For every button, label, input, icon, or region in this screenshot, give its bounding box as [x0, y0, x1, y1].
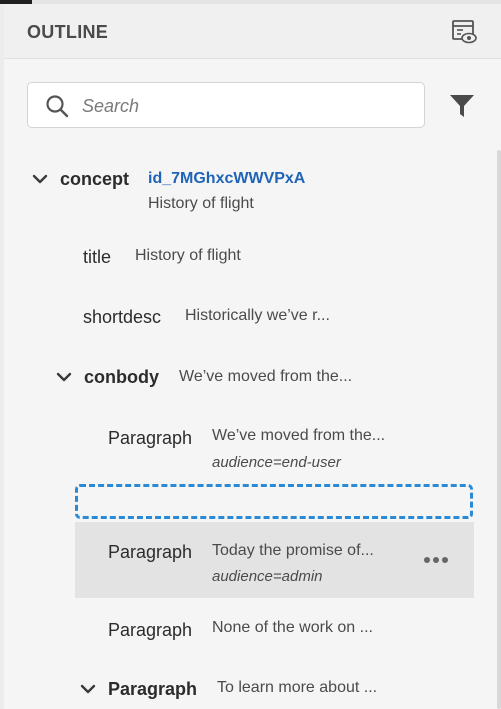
chevron-down-icon[interactable] — [80, 681, 96, 697]
tree-node-concept-tag[interactable]: concept — [60, 169, 129, 190]
chevron-down-icon[interactable] — [32, 171, 48, 187]
tree-node-concept-id[interactable]: id_7MGhxcWWVPxA — [148, 170, 305, 188]
tree-node-conbody-text: We’ve moved from the... — [179, 368, 353, 385]
search-icon — [46, 95, 69, 118]
tree-node-conbody-tag[interactable]: conbody — [84, 367, 159, 388]
drop-target-placeholder[interactable] — [75, 484, 473, 519]
tree-node-shortdesc-text: Historically we’ve r... — [185, 307, 330, 324]
search-field[interactable] — [27, 82, 425, 128]
tree-node-paragraph-text: Today the promise of... — [212, 542, 374, 559]
scrollbar[interactable] — [497, 150, 501, 709]
chevron-down-icon[interactable] — [56, 369, 72, 385]
tree-node-paragraph-attribute: audience=end-user — [212, 454, 341, 471]
tree-node-title-tag[interactable]: title — [83, 247, 111, 268]
search-input[interactable] — [80, 92, 414, 120]
filter-icon[interactable] — [449, 93, 475, 119]
outline-view-settings-icon[interactable] — [450, 18, 478, 46]
tree-node-concept-text: History of flight — [148, 195, 254, 212]
tree-node-title-text: History of flight — [135, 247, 241, 264]
tree-node-paragraph-text: To learn more about ... — [217, 679, 378, 696]
panel-left-border — [0, 4, 4, 709]
tree-node-paragraph-tag[interactable]: Paragraph — [108, 428, 192, 449]
tree-node-shortdesc-tag[interactable]: shortdesc — [83, 307, 161, 328]
more-options-icon[interactable] — [423, 555, 449, 565]
tree-node-paragraph-attribute: audience=admin — [212, 568, 323, 585]
tree-node-paragraph-text: None of the work on ... — [212, 619, 373, 636]
tree-node-paragraph-text: We’ve moved from the... — [212, 427, 386, 444]
panel-title: OUTLINE — [27, 22, 109, 42]
outline-panel-header: OUTLINE — [4, 4, 501, 59]
tree-node-paragraph-tag[interactable]: Paragraph — [108, 679, 197, 700]
tree-node-paragraph-tag[interactable]: Paragraph — [108, 620, 192, 641]
tree-node-paragraph-tag[interactable]: Paragraph — [108, 542, 192, 563]
